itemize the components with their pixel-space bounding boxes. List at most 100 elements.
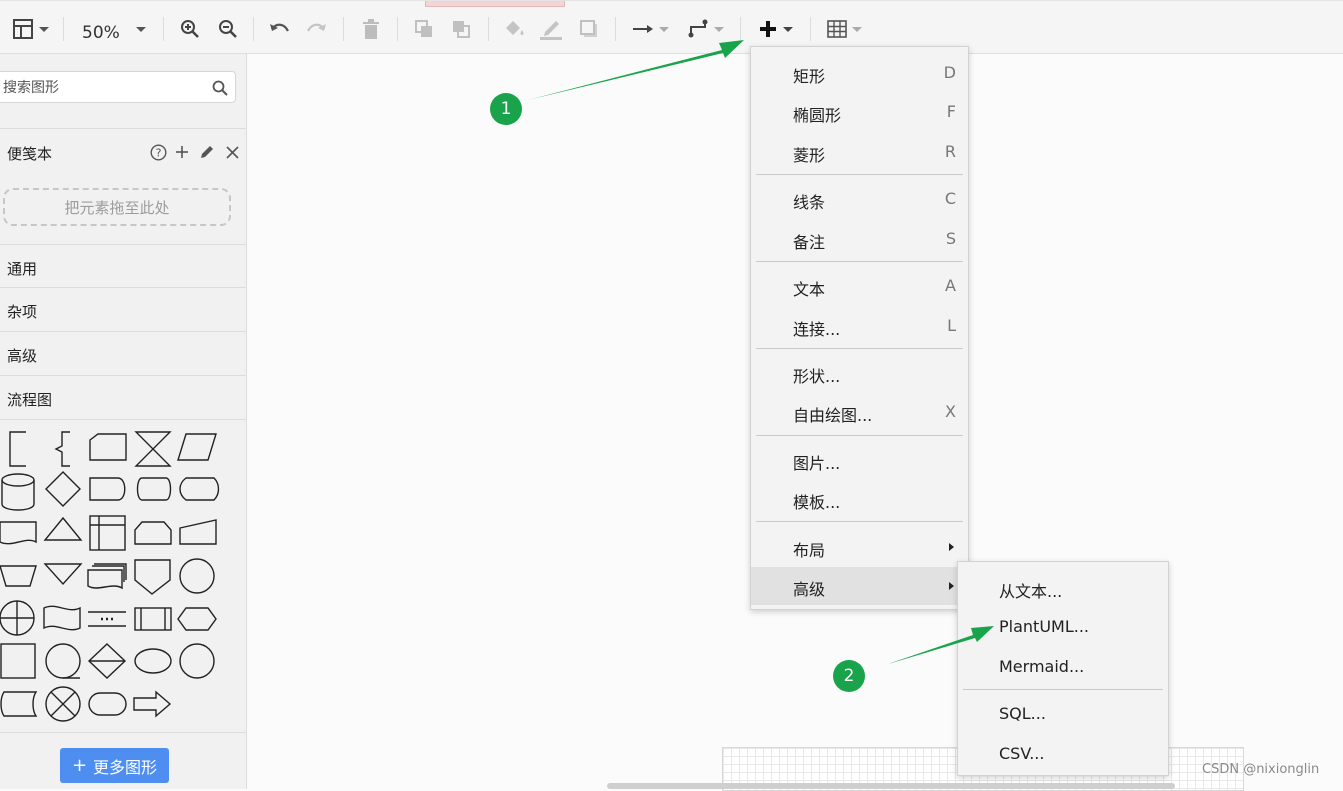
category-general[interactable]: 通用 [7, 258, 37, 279]
trapezoid-shape[interactable] [0, 565, 37, 587]
horizontal-scrollbar[interactable] [607, 783, 1175, 789]
panel-layout-icon [12, 19, 33, 39]
menu-item-text[interactable]: 文本 A [751, 267, 968, 305]
process-shape[interactable] [0, 643, 36, 679]
menu-item-rhombus[interactable]: 菱形 R [751, 133, 968, 171]
menu-item-label: 菱形 [793, 146, 826, 165]
merge-shape[interactable] [43, 563, 83, 586]
category-flowchart[interactable]: 流程图 [7, 389, 52, 410]
menu-item-label: 形状... [793, 367, 841, 386]
display-shape[interactable] [89, 477, 126, 501]
search-input[interactable] [1, 76, 205, 100]
document-shape[interactable] [0, 521, 37, 545]
menu-item-label: 高级 [793, 580, 826, 599]
to-front-button[interactable] [412, 15, 436, 43]
search-box [0, 71, 236, 103]
off-page-reference-shape[interactable] [134, 559, 171, 595]
direct-data-shape[interactable] [136, 477, 172, 501]
decision-shape[interactable] [45, 471, 81, 507]
delete-button[interactable] [359, 15, 383, 43]
manual-input-shape[interactable] [89, 433, 127, 461]
shadow-button[interactable] [577, 15, 601, 43]
sequential-data-shape[interactable] [45, 643, 81, 679]
menu-item-csv[interactable]: CSV... [958, 735, 1168, 773]
menu-item-image[interactable]: 图片... [751, 441, 968, 479]
edit-icon[interactable] [198, 143, 216, 161]
category-advanced[interactable]: 高级 [7, 345, 37, 366]
scratchpad-drop-zone[interactable]: 把元素拖至此处 [3, 188, 231, 226]
extract-shape[interactable] [43, 516, 83, 541]
arrow-shape[interactable] [133, 690, 172, 718]
menu-item-template[interactable]: 模板... [751, 480, 968, 518]
submenu-arrow-icon [949, 543, 954, 551]
more-shapes-button[interactable]: + 更多图形 [60, 748, 169, 783]
scratchpad-title[interactable]: 便笺本 [7, 143, 52, 164]
watermark: CSDN @nixionglin [1202, 762, 1320, 777]
fill-color-button[interactable] [502, 15, 526, 43]
close-icon[interactable] [223, 143, 241, 161]
stored-data-2-shape[interactable] [0, 691, 38, 717]
menu-item-sql[interactable]: SQL... [958, 695, 1168, 733]
start-shape[interactable] [134, 648, 172, 674]
manual-operation-shape[interactable] [179, 519, 217, 545]
preparation-shape[interactable] [177, 607, 217, 631]
menu-item-layout[interactable]: 布局 [751, 528, 968, 566]
menu-item-note[interactable]: 备注 S [751, 220, 968, 258]
stored-data-shape[interactable] [179, 477, 220, 501]
toolbar-divider [343, 17, 344, 41]
multi-document-shape[interactable] [87, 563, 127, 590]
menu-item-line[interactable]: 线条 C [751, 180, 968, 218]
zoom-in-button[interactable] [178, 15, 202, 43]
collate-shape[interactable] [134, 431, 172, 467]
line-color-icon [540, 21, 562, 40]
menu-item-advanced[interactable]: 高级 [751, 567, 968, 605]
table-button[interactable] [823, 15, 865, 43]
menu-item-rectangle[interactable]: 矩形 D [751, 54, 968, 92]
menu-item-from-text[interactable]: 从文本... [958, 569, 1168, 607]
paper-tape-shape[interactable] [43, 605, 81, 631]
terminator-shape[interactable] [88, 692, 127, 716]
connection-style-button[interactable] [629, 15, 671, 43]
line-color-button[interactable] [538, 15, 564, 43]
search-icon[interactable] [212, 80, 228, 96]
insert-button[interactable] [753, 15, 797, 43]
start-circle-shape[interactable] [179, 643, 215, 679]
menu-divider [756, 174, 963, 175]
add-icon[interactable] [173, 143, 191, 161]
menu-item-freehand[interactable]: 自由绘图... X [751, 393, 968, 431]
menu-item-label: 椭圆形 [793, 106, 842, 125]
menu-item-shortcut: R [944, 142, 956, 161]
format-panel-button[interactable] [8, 15, 52, 43]
database-shape-top[interactable] [1, 473, 35, 487]
divider [0, 732, 246, 733]
help-icon[interactable]: ? [149, 143, 167, 161]
menu-item-label: SQL... [999, 704, 1046, 723]
category-misc[interactable]: 杂项 [7, 301, 37, 322]
internal-storage-shape[interactable] [89, 515, 126, 551]
zoom-out-button[interactable] [216, 15, 240, 43]
menu-item-label: 模板... [793, 493, 841, 512]
to-back-icon [453, 21, 470, 38]
loop-limit-shape[interactable] [134, 521, 172, 545]
fill-color-icon [506, 21, 524, 35]
zoom-dropdown[interactable] [132, 15, 150, 43]
shapes-sidebar: 便笺本 ? 把元素拖至此处 通用 杂项 高级 流程图 [0, 54, 247, 789]
menu-item-plantuml[interactable]: PlantUML... [958, 608, 1168, 646]
menu-item-shapes[interactable]: 形状... [751, 354, 968, 392]
connector-shape[interactable] [179, 558, 215, 594]
menu-item-link[interactable]: 连接... L [751, 307, 968, 345]
redo-button[interactable] [305, 15, 329, 43]
menu-item-ellipse[interactable]: 椭圆形 F [751, 93, 968, 131]
menu-item-mermaid[interactable]: Mermaid... [958, 648, 1168, 686]
menu-item-shortcut: C [944, 189, 956, 208]
to-back-button[interactable] [449, 15, 473, 43]
annotation-shape[interactable] [9, 431, 26, 467]
toolbar-divider [253, 17, 254, 41]
toolbar-divider [740, 17, 741, 41]
undo-button[interactable] [267, 15, 291, 43]
brace-shape[interactable] [54, 431, 70, 467]
zoom-level[interactable]: 50% [82, 23, 120, 43]
submenu-arrow-icon [949, 582, 954, 590]
waypoints-button[interactable] [684, 15, 726, 43]
data-shape[interactable] [177, 433, 217, 461]
